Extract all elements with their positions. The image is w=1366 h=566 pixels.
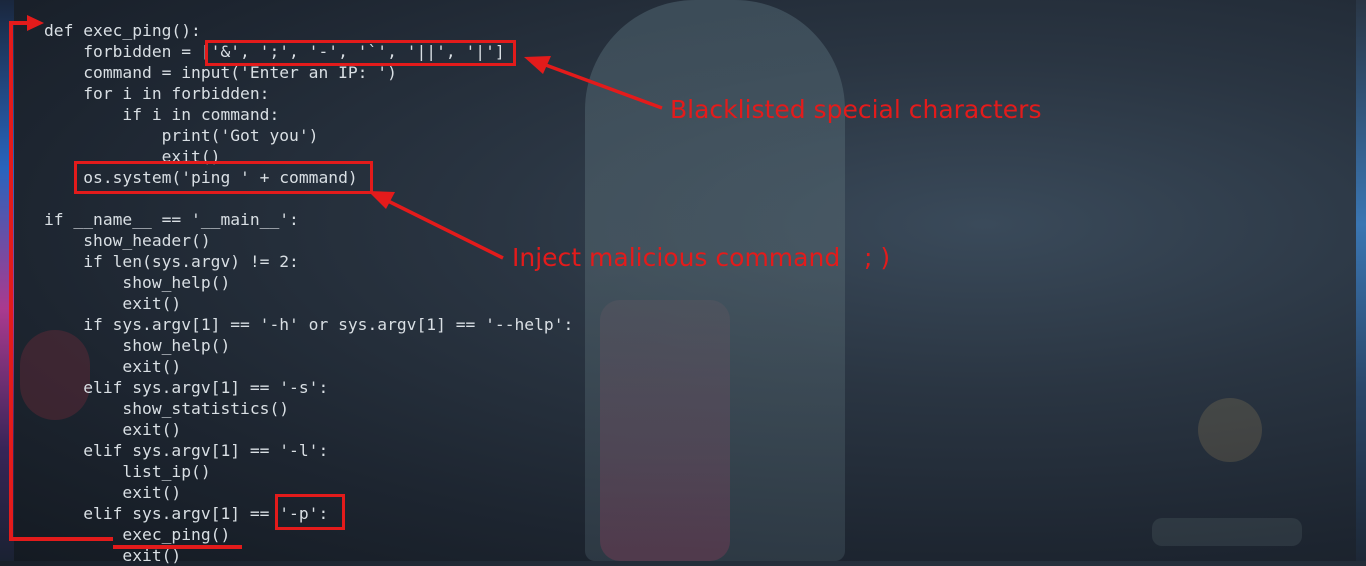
flow-arrow-head-icon (27, 15, 44, 31)
blacklist-annotation: Blacklisted special characters (670, 95, 1042, 124)
blacklist-arrow-line (542, 62, 663, 110)
inject-arrow-line (385, 198, 504, 260)
annotation-arrows (27, 15, 663, 260)
inject-arrow-head-icon (368, 191, 395, 209)
inject-annotation: Inject malicious command ; ) (512, 243, 891, 272)
blacklist-arrow-head-icon (524, 56, 551, 74)
